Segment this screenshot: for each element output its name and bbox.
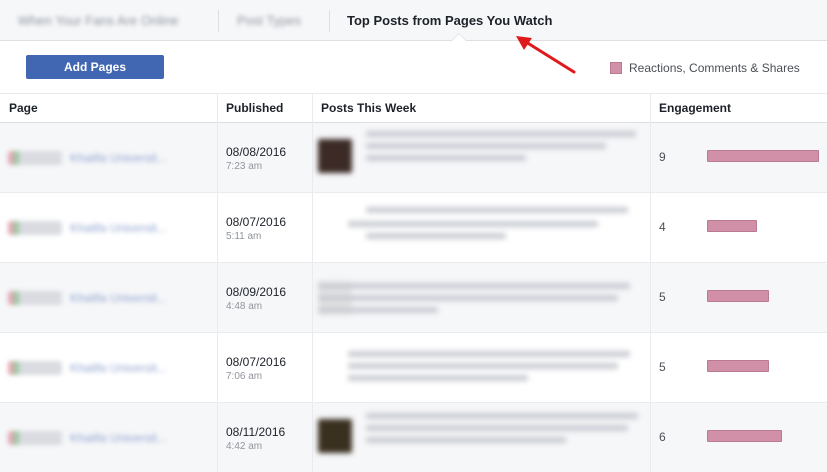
engagement-bar [707, 290, 769, 302]
engagement-value: 5 [659, 360, 666, 374]
post-text-line [318, 307, 438, 313]
page-name[interactable]: Khalifa Universit... [70, 291, 167, 305]
table-header: Page Published Posts This Week Engagemen… [0, 93, 827, 123]
page-name[interactable]: Khalifa Universit... [70, 431, 167, 445]
active-tab-caret [452, 34, 466, 41]
column-divider [217, 94, 218, 123]
published-date: 08/07/2016 [226, 215, 287, 229]
column-divider [650, 94, 651, 123]
column-divider [650, 193, 651, 262]
post-preview[interactable] [318, 403, 640, 472]
header-page[interactable]: Page [9, 94, 38, 123]
published-time: 7:06 am [226, 371, 263, 382]
engagement-bar [707, 430, 782, 442]
published-date: 08/11/2016 [226, 425, 286, 439]
page-cell[interactable]: Khalifa Universit... [8, 403, 167, 472]
post-text-line [366, 437, 566, 443]
page-logo [8, 221, 62, 235]
post-text-line [366, 143, 606, 149]
tab-post-types[interactable]: Post Types [237, 0, 301, 41]
published-time: 7:23 am [226, 161, 263, 172]
post-text-line [318, 295, 618, 301]
table-row[interactable]: Khalifa Universit... 08/07/2016 7:06 am … [0, 333, 827, 403]
page-cell[interactable]: Khalifa Universit... [8, 333, 167, 403]
column-divider [217, 123, 218, 192]
post-text-line [348, 221, 598, 227]
engagement-bar [707, 220, 757, 232]
page-logo [8, 431, 62, 445]
table-row[interactable]: Khalifa Universit... 08/08/2016 7:23 am … [0, 123, 827, 193]
page-name[interactable]: Khalifa Universit... [70, 221, 167, 235]
engagement-value: 9 [659, 150, 666, 164]
post-preview[interactable] [318, 123, 640, 193]
published-date: 08/09/2016 [226, 285, 287, 299]
column-divider [650, 333, 651, 402]
published-time: 4:42 am [226, 441, 263, 452]
tab-when-fans-online[interactable]: When Your Fans Are Online [18, 0, 178, 41]
post-text-line [366, 233, 506, 239]
post-preview[interactable] [318, 333, 640, 403]
column-divider [312, 263, 313, 332]
page-name[interactable]: Khalifa Universit... [70, 151, 167, 165]
add-pages-button[interactable]: Add Pages [26, 55, 164, 79]
post-text-line [348, 351, 630, 357]
column-divider [650, 403, 651, 472]
column-divider [217, 263, 218, 332]
column-divider [312, 123, 313, 192]
post-preview[interactable] [318, 193, 640, 263]
legend-label: Reactions, Comments & Shares [629, 61, 800, 75]
column-divider [312, 94, 313, 123]
table-body: Khalifa Universit... 08/08/2016 7:23 am … [0, 123, 827, 472]
post-text-line [318, 283, 630, 289]
page-cell[interactable]: Khalifa Universit... [8, 263, 167, 333]
table-row[interactable]: Khalifa Universit... 08/09/2016 4:48 am … [0, 263, 827, 333]
post-thumbnail [318, 139, 352, 173]
column-divider [650, 263, 651, 332]
engagement-bar [707, 150, 819, 162]
engagement-value: 4 [659, 220, 666, 234]
column-divider [217, 193, 218, 262]
post-text-line [366, 425, 628, 431]
column-divider [312, 403, 313, 472]
page-name[interactable]: Khalifa Universit... [70, 361, 167, 375]
header-posts-this-week[interactable]: Posts This Week [321, 94, 416, 123]
column-divider [217, 333, 218, 402]
chart-legend: Reactions, Comments & Shares [610, 60, 800, 76]
legend-swatch [610, 62, 622, 74]
page-logo [8, 151, 62, 165]
page-cell[interactable]: Khalifa Universit... [8, 193, 167, 263]
header-engagement[interactable]: Engagement [659, 94, 731, 123]
tab-bar: When Your Fans Are Online Post Types Top… [0, 0, 827, 41]
engagement-value: 5 [659, 290, 666, 304]
published-date: 08/08/2016 [226, 145, 287, 159]
post-text-line [366, 207, 628, 213]
post-text-line [348, 363, 618, 369]
post-text-line [366, 131, 636, 137]
post-thumbnail [318, 419, 352, 453]
engagement-value: 6 [659, 430, 666, 444]
top-posts-table: Page Published Posts This Week Engagemen… [0, 93, 827, 472]
post-text-line [348, 375, 528, 381]
engagement-bar [707, 360, 769, 372]
published-date: 08/07/2016 [226, 355, 287, 369]
post-preview[interactable] [318, 263, 640, 333]
published-time: 4:48 am [226, 301, 263, 312]
tab-divider [329, 10, 330, 32]
column-divider [312, 333, 313, 402]
header-published[interactable]: Published [226, 94, 283, 123]
published-time: 5:11 am [226, 231, 262, 242]
annotation-arrow-icon [516, 36, 576, 74]
table-row[interactable]: Khalifa Universit... 08/11/2016 4:42 am … [0, 403, 827, 472]
column-divider [312, 193, 313, 262]
tab-divider [218, 10, 219, 32]
page-logo [8, 361, 62, 375]
table-row[interactable]: Khalifa Universit... 08/07/2016 5:11 am … [0, 193, 827, 263]
page-logo [8, 291, 62, 305]
column-divider [217, 403, 218, 472]
page-cell[interactable]: Khalifa Universit... [8, 123, 167, 193]
post-text-line [366, 413, 638, 419]
column-divider [650, 123, 651, 192]
post-text-line [366, 155, 526, 161]
